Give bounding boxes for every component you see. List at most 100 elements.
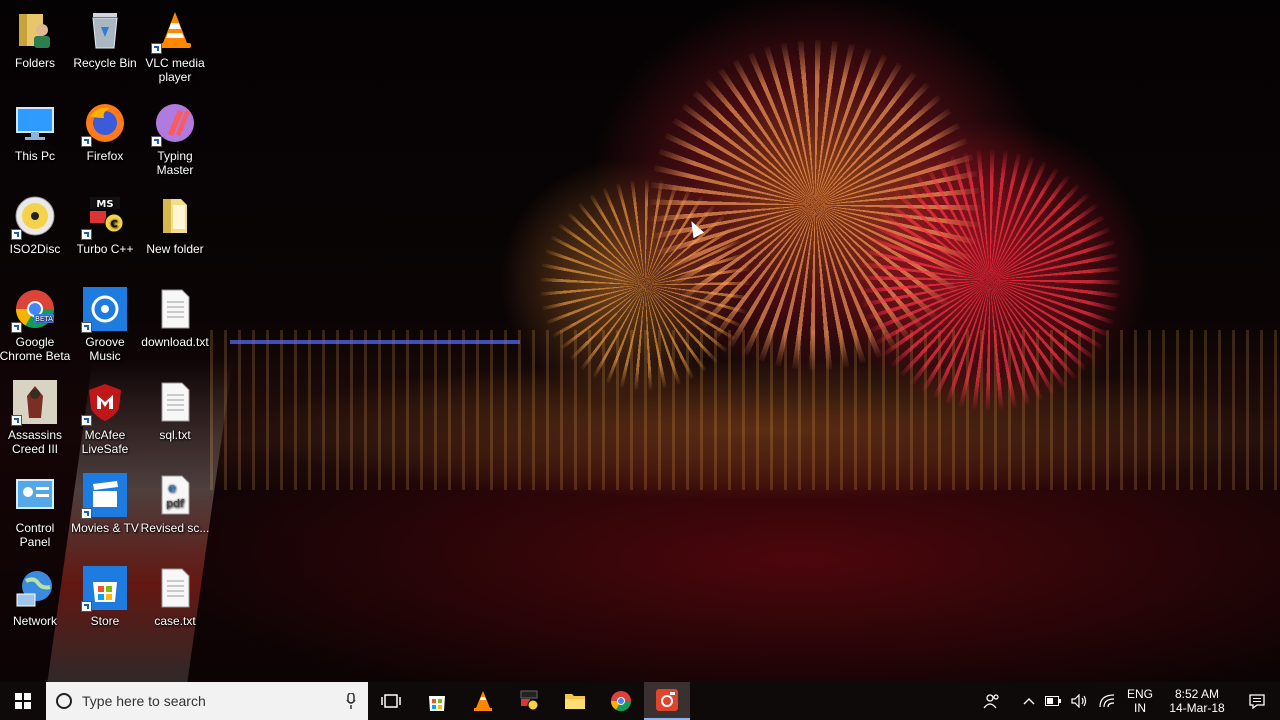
text-file-icon <box>153 380 197 424</box>
region-code: IN <box>1134 701 1146 715</box>
desktop-icon-new-folder[interactable]: New folder <box>139 186 211 256</box>
svg-text:MS: MS <box>96 199 113 210</box>
icon-label: Groove Music <box>85 335 125 363</box>
icon-label: ISO2Disc <box>9 242 61 256</box>
desktop-icon-iso2disc[interactable]: ISO2Disc <box>0 186 71 256</box>
icon-label: Store <box>90 614 120 628</box>
assassins-creed-icon <box>11 380 57 426</box>
folder-icon <box>565 694 585 709</box>
folder-icon <box>153 194 197 238</box>
taskbar-chrome[interactable] <box>598 682 644 720</box>
icon-label: Revised sc... <box>140 521 210 535</box>
taskbar-search-box[interactable]: Type here to search <box>46 682 368 720</box>
icon-label: Typing Master <box>156 149 194 177</box>
desktop-icon-mcafee[interactable]: McAfee LiveSafe <box>69 372 141 456</box>
icon-label: This Pc <box>14 149 55 163</box>
volume-button[interactable] <box>1066 682 1094 720</box>
desktop-icon-typing-master[interactable]: Typing Master <box>139 93 211 177</box>
icon-label: Recycle Bin <box>73 56 137 70</box>
svg-text:pdf: pdf <box>166 497 185 510</box>
taskbar-store[interactable] <box>414 682 460 720</box>
desktop-icon-firefox[interactable]: Firefox <box>69 93 141 163</box>
desktop-icon-revised-pdf[interactable]: e pdf Revised sc... <box>139 465 211 535</box>
desktop-icon-assassins-creed[interactable]: Assassins Creed III <box>0 372 71 456</box>
people-button[interactable] <box>978 682 1006 720</box>
taskbar-screen-recorder[interactable] <box>644 682 690 720</box>
desktop-icon-network[interactable]: Network <box>0 558 71 628</box>
icon-label: Firefox <box>86 149 124 163</box>
vlc-cone-icon <box>151 8 197 54</box>
wallpaper-bridge-lights <box>230 340 520 344</box>
desktop-icon-store[interactable]: Store <box>69 558 141 628</box>
microphone-icon[interactable] <box>346 693 356 709</box>
show-hidden-icons-button[interactable] <box>1018 682 1040 720</box>
text-file-icon <box>153 566 197 610</box>
icon-label: Control Panel <box>15 521 55 549</box>
taskbar-turbo-cpp[interactable] <box>506 682 552 720</box>
desktop-icon-turbo-cpp[interactable]: MS C Turbo C++ <box>69 186 141 256</box>
icon-label: McAfee LiveSafe <box>81 428 129 456</box>
search-placeholder: Type here to search <box>82 693 206 709</box>
wifi-icon <box>1099 694 1115 708</box>
icon-label: Network <box>12 614 57 628</box>
icon-label: download.txt <box>141 335 209 349</box>
people-icon <box>983 694 999 709</box>
desktop-icon-control-panel[interactable]: Control Panel <box>0 465 71 549</box>
cortana-icon <box>56 693 72 709</box>
taskbar-file-explorer[interactable] <box>552 682 598 720</box>
text-file-icon <box>153 287 197 331</box>
network-button[interactable] <box>1094 682 1120 720</box>
store-bag-icon <box>81 566 127 612</box>
desktop-icon-groove-music[interactable]: Groove Music <box>69 279 141 363</box>
svg-text:e: e <box>168 481 176 496</box>
desktop-icon-vlc[interactable]: VLC media player <box>139 0 211 84</box>
desktop-icon-case-txt[interactable]: case.txt <box>139 558 211 628</box>
chrome-beta-icon: BETA <box>11 287 57 333</box>
chevron-up-icon <box>1023 698 1035 705</box>
task-view-icon <box>381 694 401 708</box>
control-panel-icon <box>13 473 57 517</box>
desktop-icon-sql-txt[interactable]: sql.txt <box>139 372 211 442</box>
desktop-icon-movies-tv[interactable]: Movies & TV <box>69 465 141 535</box>
desktop-icon-chrome-beta[interactable]: BETA Google Chrome Beta <box>0 279 71 363</box>
globe-network-icon <box>13 566 57 610</box>
desktop-wallpaper: Folders This Pc ISO2Disc BETA Google Chr… <box>0 0 1280 682</box>
screen-recorder-icon <box>656 689 678 711</box>
icon-label: Assassins Creed III <box>7 428 63 456</box>
battery-button[interactable] <box>1040 682 1066 720</box>
groove-music-icon <box>81 287 127 333</box>
taskbar-vlc[interactable] <box>460 682 506 720</box>
user-folder-icon <box>13 8 57 52</box>
icon-label: VLC media player <box>145 56 205 84</box>
language-code: ENG <box>1126 687 1153 701</box>
taskbar: Type here to search ENG IN 8:52 AM 14-Ma… <box>0 682 1280 720</box>
clock-time: 8:52 AM <box>1174 687 1220 701</box>
icon-label: Movies & TV <box>71 521 139 535</box>
icon-label: Google Chrome Beta <box>0 335 71 363</box>
desktop-icon-download-txt[interactable]: download.txt <box>139 279 211 349</box>
svg-text:C: C <box>110 219 117 230</box>
start-button[interactable] <box>0 682 46 720</box>
clock-date: 14-Mar-18 <box>1169 701 1225 715</box>
desktop-icon-this-pc[interactable]: This Pc <box>0 93 71 163</box>
disc-icon <box>11 194 57 240</box>
typing-master-icon <box>151 101 197 147</box>
pdf-file-icon: e pdf <box>153 473 197 517</box>
desktop-icon-folders[interactable]: Folders <box>0 0 71 70</box>
clock-button[interactable]: 8:52 AM 14-Mar-18 <box>1160 682 1234 720</box>
icon-label: New folder <box>146 242 204 256</box>
firefox-icon <box>81 101 127 147</box>
recycle-bin-icon <box>83 8 127 52</box>
icon-label: Turbo C++ <box>76 242 134 256</box>
store-bag-icon <box>429 696 445 711</box>
notification-icon <box>1249 693 1265 709</box>
desktop-icon-recycle-bin[interactable]: Recycle Bin <box>69 0 141 70</box>
battery-icon <box>1045 696 1061 706</box>
action-center-button[interactable] <box>1234 682 1280 720</box>
taskbar-task-view[interactable] <box>368 682 414 720</box>
input-language-button[interactable]: ENG IN <box>1120 682 1160 720</box>
speaker-icon <box>1071 694 1087 708</box>
svg-text:BETA: BETA <box>35 315 53 323</box>
vlc-cone-icon <box>474 691 492 711</box>
mcafee-shield-icon <box>81 380 127 426</box>
